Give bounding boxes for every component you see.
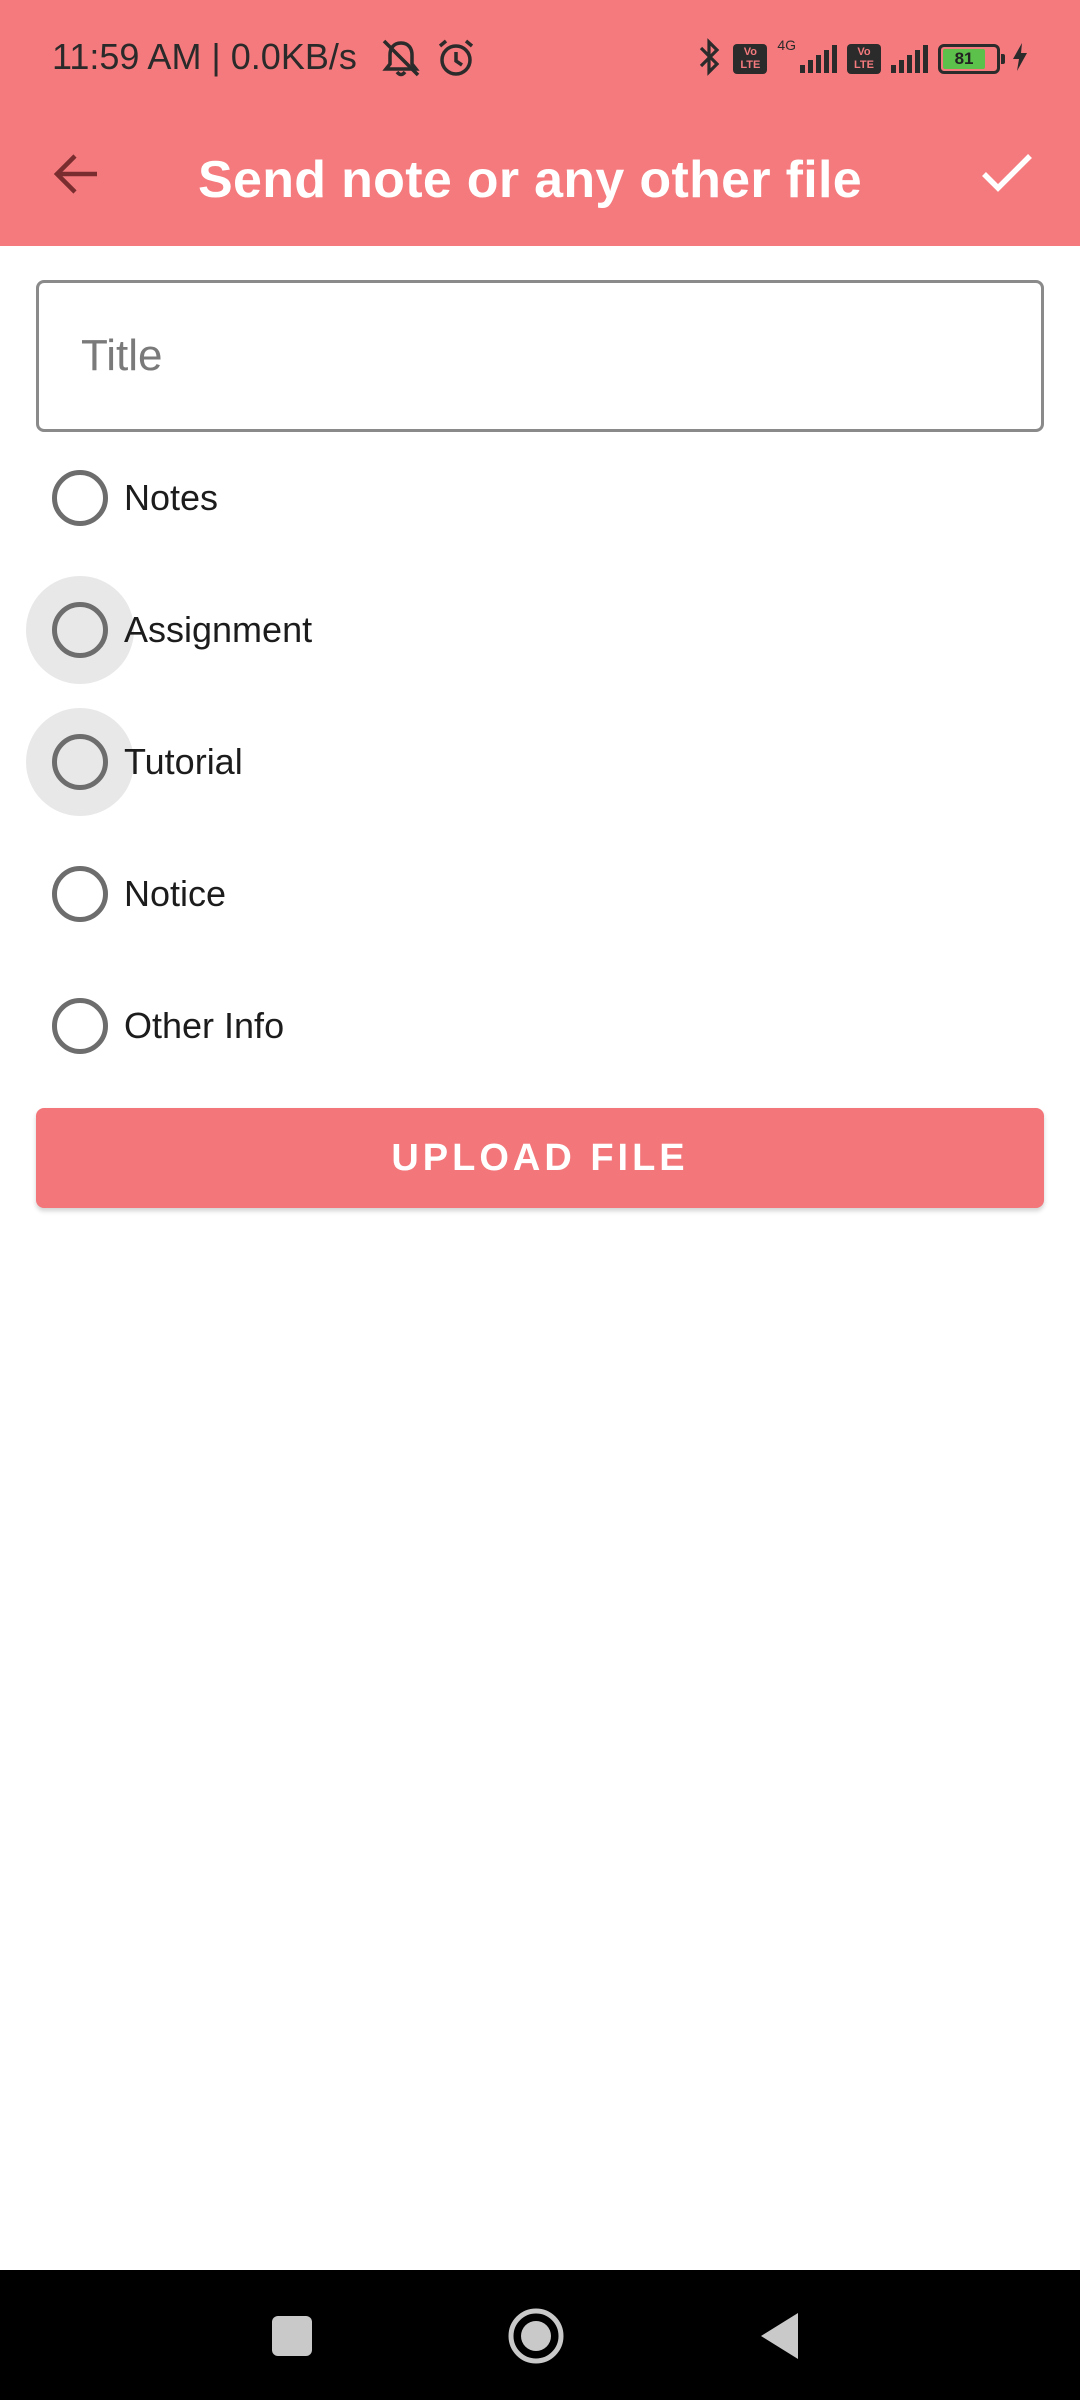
title-input[interactable] — [39, 283, 1041, 429]
back-button[interactable] — [44, 144, 108, 208]
status-icons-left — [378, 36, 478, 84]
charging-icon — [1010, 41, 1030, 78]
radio-option-tutorial[interactable]: Tutorial — [0, 708, 1080, 818]
radio-option-assignment[interactable]: Assignment — [0, 576, 1080, 686]
check-icon — [980, 152, 1034, 199]
radio-label: Notice — [124, 873, 227, 914]
upload-file-button[interactable]: UPLOAD FILE — [36, 1108, 1044, 1208]
arrow-back-icon — [51, 152, 101, 201]
square-icon — [270, 2314, 314, 2363]
radio-label: Assignment — [124, 609, 313, 650]
radio-button-other-info[interactable] — [52, 998, 108, 1054]
volte-badge-1: Vo LTE — [733, 44, 768, 74]
back-nav-button[interactable] — [740, 2298, 820, 2378]
system-nav-bar — [0, 2270, 1080, 2400]
status-time: 11:59 AM | 0.0KB/s — [52, 36, 357, 77]
radio-label: Notes — [124, 477, 219, 518]
status-bar: 11:59 AM | 0.0KB/s Vo LTE 4G Vo LTE 81 — [0, 0, 1080, 120]
radio-button-notes[interactable] — [52, 470, 108, 526]
alarm-icon — [434, 36, 478, 85]
radio-label: Tutorial — [124, 741, 243, 782]
signal-icon-2 — [891, 45, 928, 73]
radio-option-notes[interactable]: Notes — [0, 444, 1080, 554]
triangle-back-icon — [758, 2311, 802, 2366]
radio-option-other-info[interactable]: Other Info — [0, 972, 1080, 1082]
confirm-button[interactable] — [972, 140, 1042, 210]
title-field — [36, 280, 1044, 432]
signal-icon-1 — [800, 45, 837, 73]
bluetooth-icon — [697, 37, 723, 82]
muted-bell-icon — [378, 37, 424, 84]
app-bar: Send note or any other file — [0, 120, 1080, 246]
volte-badge-2: Vo LTE — [847, 44, 881, 74]
recent-apps-button[interactable] — [252, 2298, 332, 2378]
page-title: Send note or any other file — [198, 151, 862, 209]
status-icons-right: Vo LTE 4G Vo LTE 81 — [697, 34, 1030, 84]
home-button[interactable] — [496, 2298, 576, 2378]
radio-button-tutorial[interactable] — [52, 734, 108, 790]
battery-level: 81 — [943, 49, 986, 69]
radio-button-notice[interactable] — [52, 866, 108, 922]
radio-option-notice[interactable]: Notice — [0, 840, 1080, 950]
radio-button-assignment[interactable] — [52, 602, 108, 658]
radio-label: Other Info — [124, 1005, 285, 1046]
network-type: 4G — [777, 37, 796, 53]
circle-icon — [506, 2306, 566, 2371]
battery-icon: 81 — [938, 44, 1005, 74]
